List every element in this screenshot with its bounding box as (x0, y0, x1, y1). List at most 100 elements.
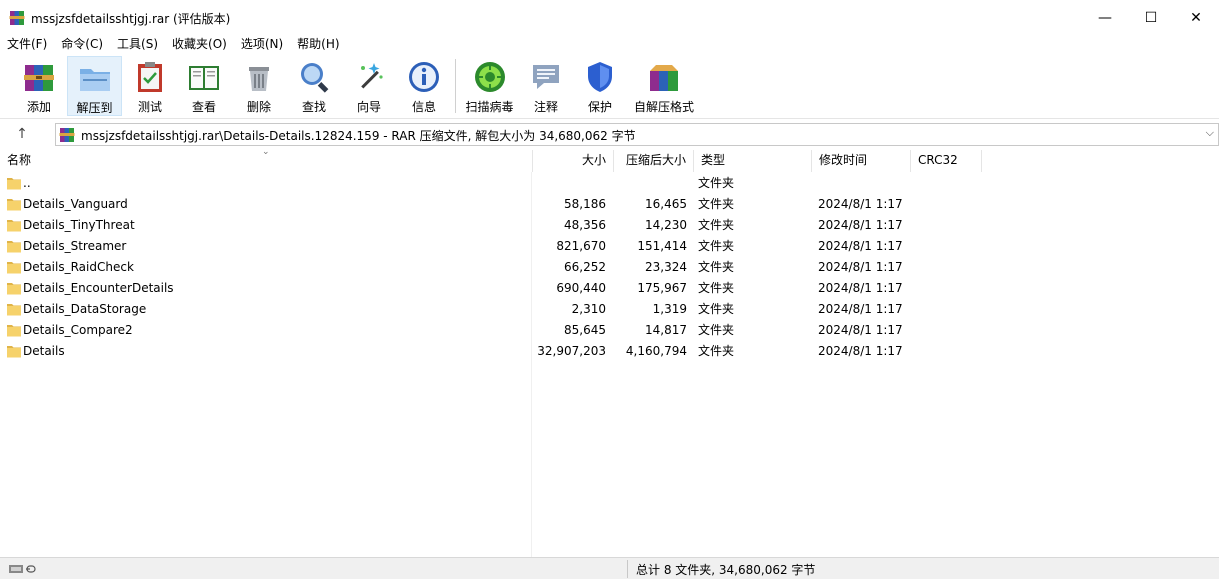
virus-scan-icon (474, 62, 505, 92)
folder-icon (7, 241, 21, 253)
table-row[interactable]: Details_Compare2 85,645 14,817 文件夹 2024/8/1 … (0, 320, 1219, 341)
row-name: Details_Vanguard (23, 197, 128, 211)
table-row[interactable]: Details_Streamer 821,670 151,414 文件夹 2024/8/… (0, 236, 1219, 257)
row-packed-size: 4,160,794 (625, 344, 687, 358)
table-row[interactable]: Details_EncounterDetails 690,440 175,967 文件… (0, 278, 1219, 299)
delete-button[interactable]: 删除 (234, 56, 284, 116)
column-name[interactable]: 名称 (0, 150, 533, 172)
shield-icon (588, 62, 612, 92)
chevron-down-icon[interactable]: ⌵ (1206, 126, 1214, 140)
folder-icon (7, 262, 21, 274)
menu-options[interactable]: 选项(N) (234, 35, 290, 53)
row-size (533, 173, 606, 194)
row-type: 文件夹 (698, 344, 735, 358)
find-button[interactable]: 查找 (288, 56, 340, 116)
row-packed-size (614, 173, 687, 194)
extract-to-button[interactable]: 解压到 (67, 56, 122, 116)
row-modified: 2024/8/1 1:17 (818, 344, 903, 358)
sfx-box-icon (650, 65, 678, 91)
scan-virus-label: 扫描病毒 (465, 100, 514, 114)
address-path: mssjzsfdetailsshtjgj.rar\Details-Details… (81, 129, 636, 143)
info-button[interactable]: 信息 (399, 56, 449, 116)
add-archive-icon (24, 65, 54, 91)
row-name: Details_TinyThreat (23, 218, 135, 232)
row-packed-size: 16,465 (645, 197, 687, 211)
close-button[interactable]: ✕ (1173, 0, 1219, 35)
table-row[interactable]: Details_DataStorage 2,310 1,319 文件夹 2024/8/1… (0, 299, 1219, 320)
row-type: 文件夹 (698, 260, 735, 274)
column-type[interactable]: 类型 (694, 150, 812, 172)
comment-button[interactable]: 注释 (522, 56, 570, 116)
column-crc32[interactable]: CRC32 (911, 150, 982, 172)
column-size[interactable]: 大小 (533, 150, 614, 172)
window-title: mssjzsfdetailsshtjgj.rar (评估版本) (31, 12, 231, 26)
test-button[interactable]: 测试 (125, 56, 175, 116)
row-type: 文件夹 (698, 281, 735, 295)
view-label: 查看 (191, 100, 216, 114)
row-type: 文件夹 (698, 176, 735, 190)
row-size: 32,907,203 (537, 344, 606, 358)
row-packed-size: 14,817 (645, 323, 687, 337)
trash-icon (249, 67, 269, 91)
add-label: 添加 (26, 100, 51, 114)
row-modified: 2024/8/1 1:17 (818, 260, 903, 274)
menu-help[interactable]: 帮助(H) (290, 35, 346, 53)
magic-wand-icon (361, 63, 383, 89)
menu-favorites[interactable]: 收藏夹(O) (165, 35, 234, 53)
scan-virus-button[interactable]: 扫描病毒 (462, 56, 517, 116)
table-row[interactable]: Details_RaidCheck 66,252 23,324 文件夹 2024/8/1… (0, 257, 1219, 278)
menu-commands[interactable]: 命令(C) (54, 35, 110, 53)
row-name: .. (23, 176, 31, 190)
row-modified: 2024/8/1 1:17 (818, 281, 903, 295)
up-folder-button[interactable]: ↑ (12, 124, 32, 144)
table-row[interactable]: Details_Vanguard 58,186 16,465 文件夹 2024/8/1 … (0, 194, 1219, 215)
comment-icon (533, 65, 559, 89)
row-name: Details_DataStorage (23, 302, 147, 316)
clipboard-check-icon (138, 62, 162, 92)
row-name: Details_EncounterDetails (23, 281, 174, 295)
sfx-label: 自解压格式 (633, 100, 694, 114)
folder-icon (7, 178, 21, 190)
row-size: 58,186 (564, 197, 606, 211)
folder-icon (7, 199, 21, 211)
table-row[interactable]: .. 文件夹 (0, 173, 1219, 194)
row-size: 48,356 (564, 218, 606, 232)
winrar-app-icon (9, 11, 25, 25)
address-row: ↑ mssjzsfdetailsshtjgj.rar\Details-Detai… (0, 120, 1219, 148)
wizard-button[interactable]: 向导 (344, 56, 394, 116)
address-bar[interactable]: mssjzsfdetailsshtjgj.rar\Details-Details… (55, 123, 1219, 146)
column-packed-size[interactable]: 压缩后大小 (614, 150, 694, 172)
folder-icon (7, 346, 21, 358)
maximize-button[interactable]: ☐ (1128, 0, 1174, 35)
add-button[interactable]: 添加 (14, 56, 64, 116)
magnifier-icon (301, 63, 329, 93)
table-row[interactable]: Details_TinyThreat 48,356 14,230 文件夹 2024/8/… (0, 215, 1219, 236)
extract-folder-icon (79, 69, 110, 91)
list-header: ⌄ 名称 大小 压缩后大小 类型 修改时间 CRC32 (0, 147, 1219, 172)
row-type: 文件夹 (698, 302, 735, 316)
row-name: Details_Compare2 (23, 323, 133, 337)
row-packed-size: 23,324 (645, 260, 687, 274)
status-summary: 总计 8 文件夹, 34,680,062 字节 (636, 563, 816, 577)
row-name: Details (23, 344, 65, 358)
protect-button[interactable]: 保护 (576, 56, 624, 116)
view-button[interactable]: 查看 (178, 56, 230, 116)
sfx-button[interactable]: 自解压格式 (632, 56, 696, 116)
menu-bar: 文件(F) 命令(C) 工具(S) 收藏夹(O) 选项(N) 帮助(H) (0, 35, 1219, 53)
menu-tools[interactable]: 工具(S) (110, 35, 165, 53)
minimize-button[interactable]: — (1082, 0, 1128, 35)
row-modified: 2024/8/1 1:17 (818, 218, 903, 232)
folder-icon (7, 220, 21, 232)
column-modified[interactable]: 修改时间 (812, 150, 911, 172)
folder-icon (7, 304, 21, 316)
comment-label: 注释 (533, 100, 558, 114)
row-modified (818, 173, 910, 194)
table-row[interactable]: Details 32,907,203 4,160,794 文件夹 2024/8/1 1:… (0, 341, 1219, 362)
menu-file[interactable]: 文件(F) (0, 35, 54, 53)
toolbar-separator (455, 59, 456, 113)
book-icon (189, 66, 219, 90)
rar-archive-icon (59, 128, 75, 142)
row-size: 66,252 (564, 260, 606, 274)
toolbar: 添加 解压到 测试 查看 删除 查找 向导 信息 扫描病毒 注释 保护 自解压格… (0, 53, 1219, 119)
row-type: 文件夹 (698, 197, 735, 211)
